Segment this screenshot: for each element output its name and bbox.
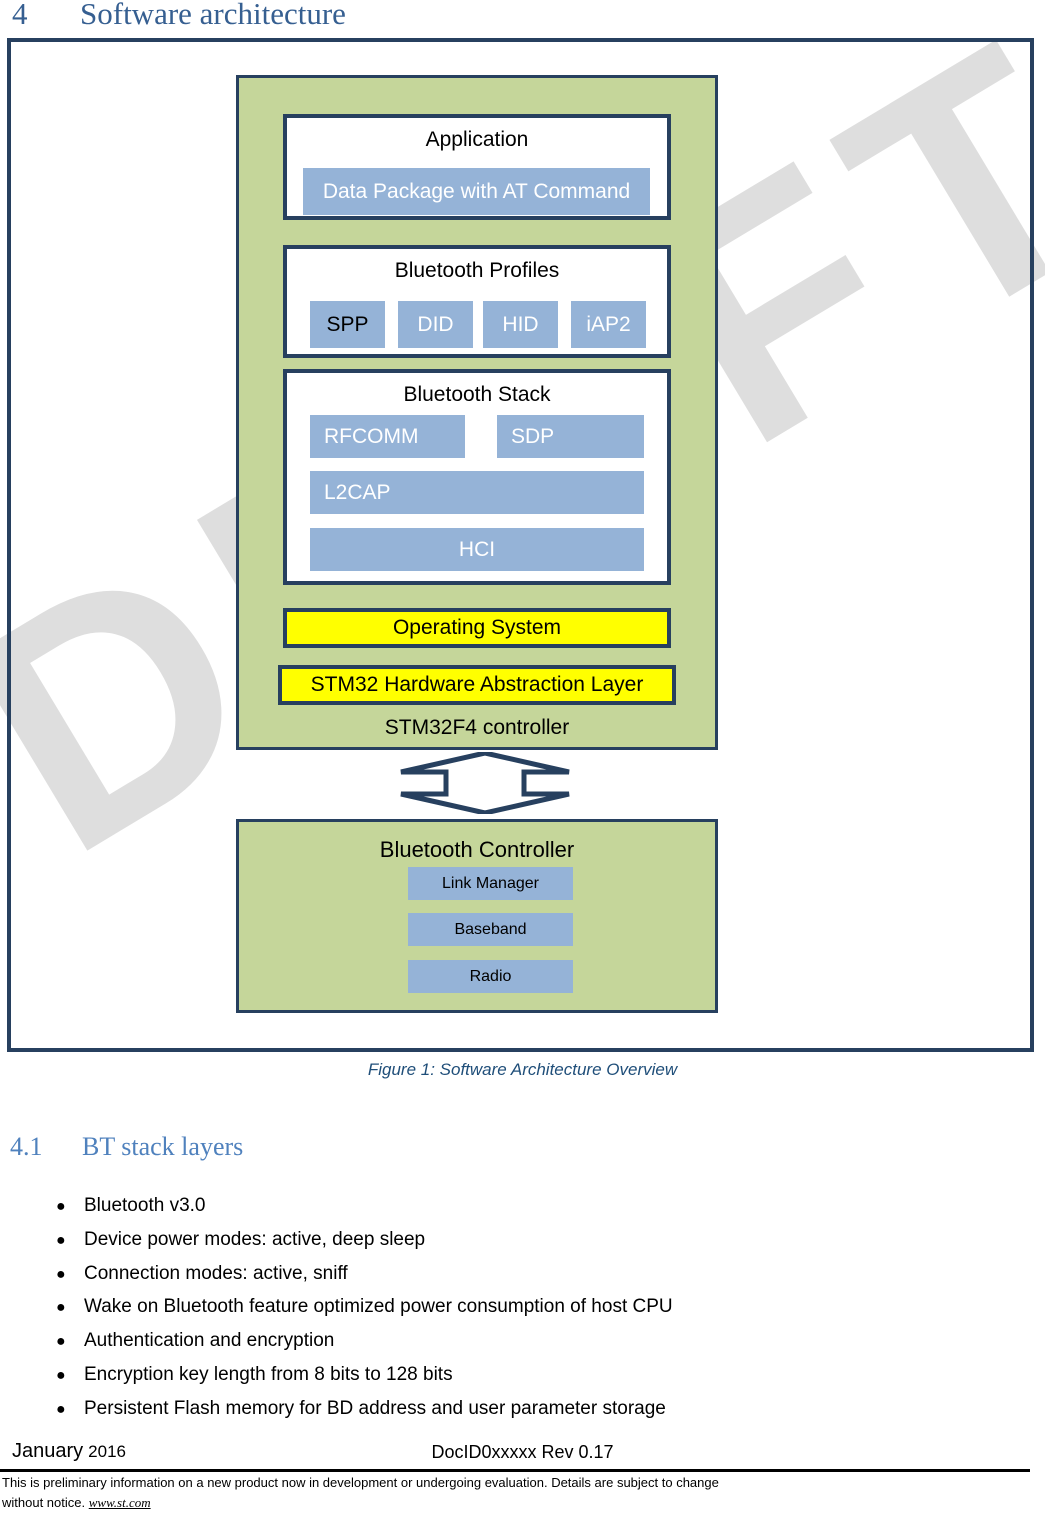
stack-chip-hci: HCI [310, 528, 644, 571]
st-website-link[interactable]: www.st.com [89, 1495, 151, 1510]
stm32f4-controller-label: STM32F4 controller [384, 716, 570, 739]
footer-divider [0, 1469, 1030, 1472]
stack-chip-l2cap: L2CAP [310, 471, 644, 514]
bluetooth-profiles-title: Bluetooth Profiles [394, 259, 560, 282]
application-chip-at-command: Data Package with AT Command [303, 168, 650, 215]
list-item-text: Device power modes: active, deep sleep [84, 1228, 426, 1250]
section-number: 4 [12, 0, 28, 31]
stm32-hal-box: STM32 Hardware Abstraction Layer [278, 665, 676, 705]
figure-caption: Figure 1: Software Architecture Overview [367, 1060, 678, 1079]
profile-chip-spp: SPP [310, 301, 385, 348]
double-headed-arrow-icon [400, 750, 570, 816]
bullet-icon: ● [56, 1198, 66, 1215]
list-item-text: Bluetooth v3.0 [84, 1195, 206, 1216]
bullet-icon: ● [56, 1265, 66, 1283]
bluetooth-controller-title: Bluetooth Controller [379, 837, 575, 862]
list-item-text: Wake on Bluetooth feature optimized powe… [84, 1296, 673, 1318]
profile-chip-hid: HID [483, 301, 558, 348]
controller-chip-radio: Radio [408, 960, 573, 993]
controller-chip-baseband: Baseband [408, 913, 573, 946]
profile-chip-iap2: iAP2 [571, 301, 646, 348]
footer-disclaimer: This is preliminary information on a new… [2, 1473, 1042, 1513]
controller-chip-link-manager: Link Manager [408, 867, 573, 900]
page-title: 4 Software architecture [12, 0, 1032, 32]
bidirectional-arrow [400, 750, 570, 816]
list-item: ● Connection modes: active, sniff [56, 1263, 986, 1286]
bullet-icon: ● [56, 1231, 66, 1249]
footer-disclaimer-line1: This is preliminary information on a new… [2, 1475, 719, 1490]
stack-chip-rfcomm: RFCOMM [310, 415, 465, 458]
operating-system-box: Operating System [283, 608, 671, 648]
bullet-icon: ● [56, 1400, 66, 1418]
list-item: ● Wake on Bluetooth feature optimized po… [56, 1296, 986, 1319]
bullet-icon: ● [56, 1366, 66, 1384]
bullet-icon: ● [56, 1333, 66, 1351]
bullet-icon: ● [56, 1299, 66, 1317]
application-title: Application [425, 128, 529, 151]
list-item-text: Connection modes: active, sniff [84, 1262, 348, 1284]
bt-stack-layers-list: ● Bluetooth v3.0 ● Device power modes: a… [56, 1195, 986, 1432]
section-title: Software architecture [80, 0, 346, 31]
page-footer: January 2016 DocID0xxxxx Rev 0.17 This is… [0, 1440, 1045, 1516]
list-item-text: Authentication and encryption [84, 1330, 335, 1352]
footer-docid: DocID0xxxxx Rev 0.17 [431, 1442, 614, 1462]
list-item: ● Bluetooth v3.0 [56, 1195, 986, 1218]
bluetooth-stack-title: Bluetooth Stack [403, 383, 551, 406]
profile-chip-did: DID [398, 301, 473, 348]
subsection-number: 4.1 [10, 1132, 43, 1161]
list-item: ● Encryption key length from 8 bits to 1… [56, 1364, 986, 1387]
stack-chip-sdp: SDP [497, 415, 644, 458]
list-item-text: Encryption key length from 8 bits to 128… [84, 1363, 453, 1385]
subsection-label: BT stack layers [82, 1132, 244, 1161]
subsection-title: 4.1 BT stack layers [10, 1132, 243, 1162]
list-item-text: Persistent Flash memory for BD address a… [84, 1397, 666, 1419]
list-item: ● Device power modes: active, deep sleep [56, 1229, 986, 1252]
list-item: ● Authentication and encryption [56, 1330, 986, 1353]
list-item: ● Persistent Flash memory for BD address… [56, 1398, 986, 1421]
footer-disclaimer-line2: without notice. [2, 1495, 86, 1511]
